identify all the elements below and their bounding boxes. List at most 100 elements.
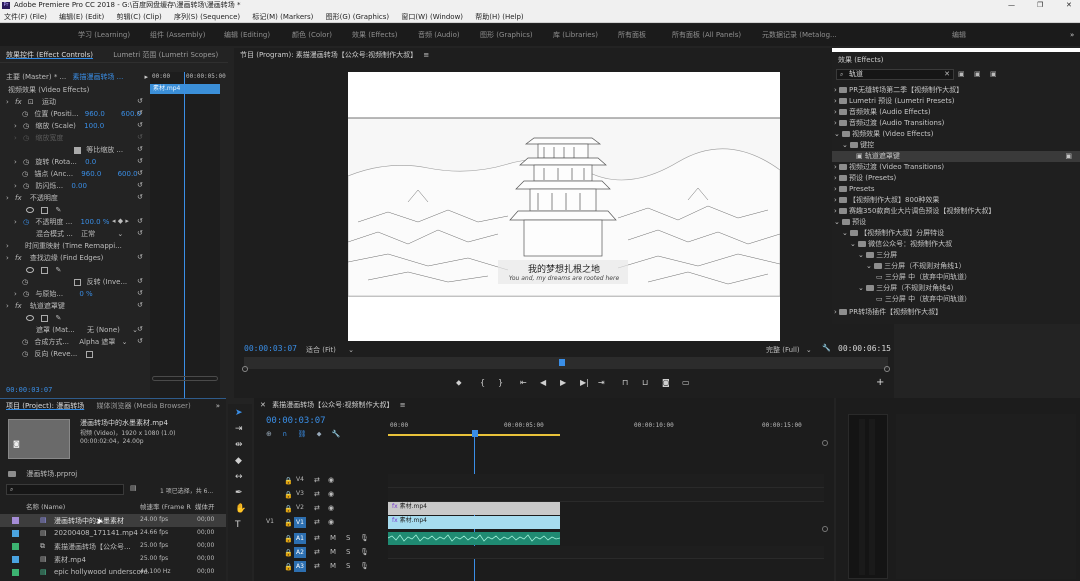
track-label-active[interactable]: A2 [294, 547, 306, 558]
rectangle-mask-icon[interactable] [41, 314, 49, 322]
menu-graphics[interactable]: 图形(G) (Graphics) [326, 13, 390, 21]
ellipse-mask-icon[interactable] [26, 267, 34, 273]
position-x-value[interactable]: 960.0 [85, 110, 105, 118]
add-marker-icon[interactable]: ⬥ [456, 378, 462, 388]
accelerated-effects-icon[interactable]: ▣ [958, 70, 965, 78]
invert-checkbox[interactable] [74, 278, 82, 286]
ellipse-mask-icon[interactable] [26, 207, 34, 213]
stopwatch-icon[interactable]: ◷ [22, 110, 28, 118]
rectangle-mask-icon[interactable] [41, 206, 49, 214]
microphone-icon[interactable]: 🎙 [360, 548, 369, 556]
reset-blend-icon[interactable]: ↺ [137, 229, 143, 237]
track-label-active[interactable]: A1 [294, 533, 306, 544]
selection-tool-icon[interactable]: ➤ [235, 408, 243, 418]
ec-timecode[interactable]: 00:00:03:07 [6, 386, 52, 394]
program-timecode[interactable]: 00:00:03:07 [244, 344, 297, 353]
clip-v2[interactable]: fx 素材.mp4 [388, 502, 560, 515]
panel-menu-icon[interactable]: ≡ [400, 401, 406, 409]
stopwatch-icon[interactable]: ◷ [23, 158, 29, 166]
track-matte-row[interactable]: › fx 轨道遮罩键 [6, 301, 65, 312]
reset-flicker-icon[interactable]: ↺ [137, 181, 143, 189]
stopwatch-icon[interactable]: ◷ [23, 122, 29, 130]
tab-effect-controls[interactable]: 效果控件 (Effect Controls) [6, 51, 93, 59]
reset-anchor-icon[interactable]: ↺ [137, 169, 143, 177]
effects-item[interactable]: › 音频效果 (Audio Effects) [834, 107, 931, 118]
program-playhead[interactable] [559, 359, 565, 366]
label-color-swatch[interactable] [12, 543, 19, 550]
effects-item[interactable]: ⌄ 视频效果 (Video Effects) [834, 129, 933, 140]
program-time-ruler[interactable] [244, 357, 888, 369]
timeline-timecode[interactable]: 00:00:03:07 [266, 416, 326, 426]
expand-arrow-icon[interactable]: › [6, 242, 9, 250]
motion-effect-row[interactable]: › fx ⊡ 运动 [6, 97, 56, 108]
zoom-level-dropdown[interactable]: 适合 (Fit) ⌄ [306, 345, 354, 355]
workspace-tab[interactable]: 图形 (Graphics) [480, 24, 533, 46]
opacity-effect-row[interactable]: › fx 不透明度 [6, 193, 58, 204]
reset-find-edges-icon[interactable]: ↺ [137, 253, 143, 261]
stopwatch-icon[interactable]: ◷ [22, 350, 28, 358]
effects-item[interactable]: ▭ 三分屏 中（放弃中间轨道） [876, 294, 971, 305]
play-button[interactable]: ▶ [560, 378, 566, 387]
sequence-clip-dropdown[interactable]: 素描漫画转场 ... [72, 73, 123, 81]
opacity-value[interactable]: 100.0 % [81, 218, 110, 226]
effects-item[interactable]: ⌄ 三分屏（不规则对角线4） [858, 283, 958, 294]
column-media-header[interactable]: 媒体开 [195, 502, 215, 513]
composite-dropdown[interactable]: Alpha 遮罩 [79, 338, 115, 346]
menu-help[interactable]: 帮助(H) (Help) [475, 13, 523, 21]
anchor-x-value[interactable]: 960.0 [81, 170, 101, 178]
linked-selection-icon[interactable]: ⛓ [297, 430, 306, 438]
reset-track-matte-icon[interactable]: ↺ [137, 301, 143, 309]
lift-icon[interactable]: ⊓ [622, 378, 628, 387]
audio-clip-a1[interactable] [387, 532, 561, 545]
scroll-start-handle[interactable] [242, 366, 248, 372]
mute-button[interactable]: M [330, 548, 336, 556]
tab-media-browser[interactable]: 媒体浏览器 (Media Browser) [96, 402, 190, 410]
reset-uniform-icon[interactable]: ↺ [137, 145, 143, 153]
new-bin-icon[interactable]: ▤ [130, 484, 137, 492]
fx-badge-icon[interactable]: fx [15, 98, 22, 106]
effects-item[interactable]: › 【视频制作大叔】800种效果 [834, 195, 939, 206]
lock-icon[interactable]: 🔒 [284, 519, 293, 527]
reset-blend-original-icon[interactable]: ↺ [137, 289, 143, 297]
project-search-input[interactable]: ⌕ [6, 484, 124, 495]
stopwatch-icon[interactable]: ◷ [22, 278, 28, 286]
pen-tool-icon[interactable]: ✒ [235, 488, 243, 498]
stopwatch-icon[interactable]: ◷ [23, 290, 29, 298]
blend-mode-dropdown[interactable]: 正常 [81, 230, 95, 238]
rectangle-mask-icon[interactable] [41, 266, 49, 274]
effects-item[interactable]: ⌄ 预设 [834, 217, 866, 228]
track-label[interactable]: V4 [294, 475, 306, 485]
reset-scale-icon[interactable]: ↺ [137, 121, 143, 129]
lock-icon[interactable]: 🔒 [284, 477, 293, 485]
tab-project[interactable]: 项目 (Project): 漫画转场 [6, 402, 84, 410]
project-row[interactable]: ▤ 素材.mp4 25.00 fps 00;00 [0, 553, 226, 566]
effects-search-input[interactable]: ⌕ 轨道 ✕ [836, 69, 954, 80]
sync-lock-icon[interactable]: ⇄ [314, 562, 320, 570]
pen-mask-icon[interactable]: ✎ [55, 206, 61, 214]
expand-arrow-icon[interactable]: › [6, 194, 9, 202]
sync-lock-icon[interactable]: ⇄ [314, 518, 320, 526]
ec-clip-bar[interactable]: 素材.mp4 [150, 84, 220, 94]
solo-button[interactable]: S [346, 548, 350, 556]
effects-item[interactable]: › Presets [834, 184, 875, 195]
effects-item[interactable]: › 音频过渡 (Audio Transitions) [834, 118, 944, 129]
reset-opacity-effect-icon[interactable]: ↺ [137, 193, 143, 201]
sync-lock-icon[interactable]: ⇄ [314, 548, 320, 556]
scale-value[interactable]: 100.0 [84, 122, 104, 130]
column-name-header[interactable]: 名称 (Name) [26, 502, 65, 513]
effects-item[interactable]: ⌄ 键控 [842, 140, 874, 151]
close-icon[interactable]: ✕ [260, 401, 266, 409]
reset-rotation-icon[interactable]: ↺ [137, 157, 143, 165]
blend-original-value[interactable]: 0 % [79, 290, 92, 298]
sync-lock-icon[interactable]: ⇄ [314, 490, 320, 498]
track-label[interactable]: V3 [294, 489, 306, 499]
razor-tool-icon[interactable]: ◆ [235, 456, 242, 466]
expand-arrow-icon[interactable]: › [6, 98, 9, 106]
reset-composite-icon[interactable]: ↺ [137, 337, 143, 345]
solo-button[interactable]: S [346, 562, 350, 570]
step-forward-icon[interactable]: ▶| [580, 378, 589, 387]
button-editor-icon[interactable]: + [876, 377, 884, 388]
menu-sequence[interactable]: 序列(S) (Sequence) [174, 13, 240, 21]
slip-tool-icon[interactable]: ↔ [235, 472, 243, 482]
mute-button[interactable]: M [330, 562, 336, 570]
